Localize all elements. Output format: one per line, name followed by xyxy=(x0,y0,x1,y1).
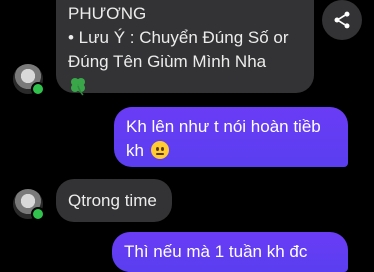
message-text: Thì nếu mà 1 tuần kh đc xyxy=(124,242,308,261)
message-text: • Lưu Ý : Chuyển Đúng Số or xyxy=(68,28,289,47)
message-text: Đúng Tên Giùm Mình Nha xyxy=(68,52,267,71)
message-text: Kh lên như t nói hoàn tiềb xyxy=(126,117,321,136)
message-text: kh xyxy=(126,141,144,160)
message-bubble-outgoing[interactable]: Thì nếu mà 1 tuần kh đc xyxy=(112,232,348,272)
message-text: Qtrong time xyxy=(68,191,157,210)
grimacing-face-icon xyxy=(150,141,169,159)
share-button[interactable] xyxy=(322,0,362,40)
four-leaf-clover-icon xyxy=(68,76,302,103)
online-status-dot xyxy=(31,207,45,221)
message-bubble-incoming[interactable]: PHƯƠNG • Lưu Ý : Chuyển Đúng Số or Đúng … xyxy=(56,0,314,96)
sender-avatar[interactable] xyxy=(13,64,45,96)
message-line: kh xyxy=(126,139,336,163)
share-icon xyxy=(334,11,350,29)
sender-avatar[interactable] xyxy=(13,189,45,221)
online-status-dot xyxy=(31,82,45,96)
message-text: PHƯƠNG xyxy=(68,4,147,23)
message-bubble-outgoing[interactable]: Kh lên như t nói hoàn tiềb kh xyxy=(114,107,348,167)
message-bubble-incoming[interactable]: Qtrong time xyxy=(56,179,172,222)
